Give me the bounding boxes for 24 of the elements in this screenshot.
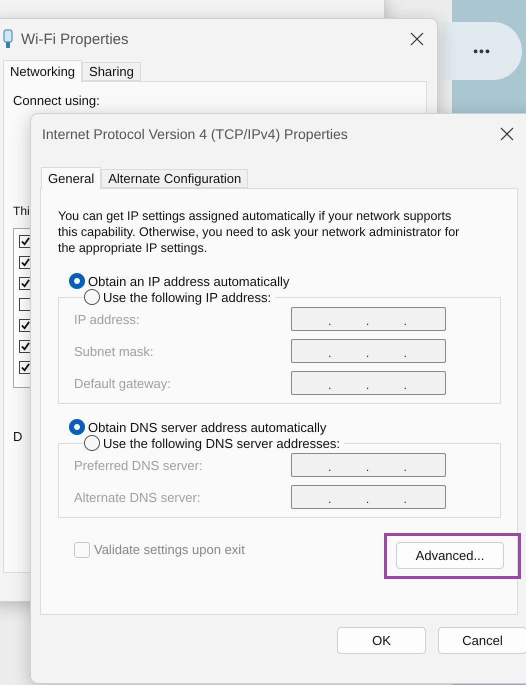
close-button[interactable]: [409, 31, 425, 47]
tab[interactable]: Sharing: [82, 62, 141, 81]
advanced-button[interactable]: Advanced...: [396, 542, 504, 569]
field-label: Default gateway:: [74, 376, 172, 390]
field-label: Subnet mask:: [74, 344, 154, 358]
group-label: D: [13, 429, 22, 444]
more-button[interactable]: •••: [442, 22, 522, 80]
dialog-button[interactable]: Cancel: [438, 627, 526, 654]
window-title: Wi-Fi Properties: [21, 30, 130, 48]
close-icon: [409, 31, 425, 47]
section-label: Connect using:: [13, 93, 100, 108]
window-title: Internet Protocol Version 4 (TCP/IPv4) Properties: [42, 126, 349, 142]
dialog-button[interactable]: OK: [337, 627, 426, 654]
field-label: IP address:: [74, 312, 141, 326]
description-text: You can get IP settings assigned automatically if your network supports this capability. Otherwise, you need to ask your network administrator for the appropriate IP settings.: [58, 208, 460, 256]
close-button[interactable]: [499, 126, 515, 142]
field-label: Preferred DNS server:: [74, 458, 204, 472]
field-label: Alternate DNS server:: [74, 490, 202, 504]
tab[interactable]: Alternate Configuration: [101, 169, 248, 188]
tab[interactable]: General: [41, 167, 102, 189]
close-icon: [499, 126, 515, 142]
section-label: Thi: [13, 204, 30, 218]
tab[interactable]: Networking: [3, 60, 82, 82]
network-adapter-icon: [3, 29, 13, 49]
